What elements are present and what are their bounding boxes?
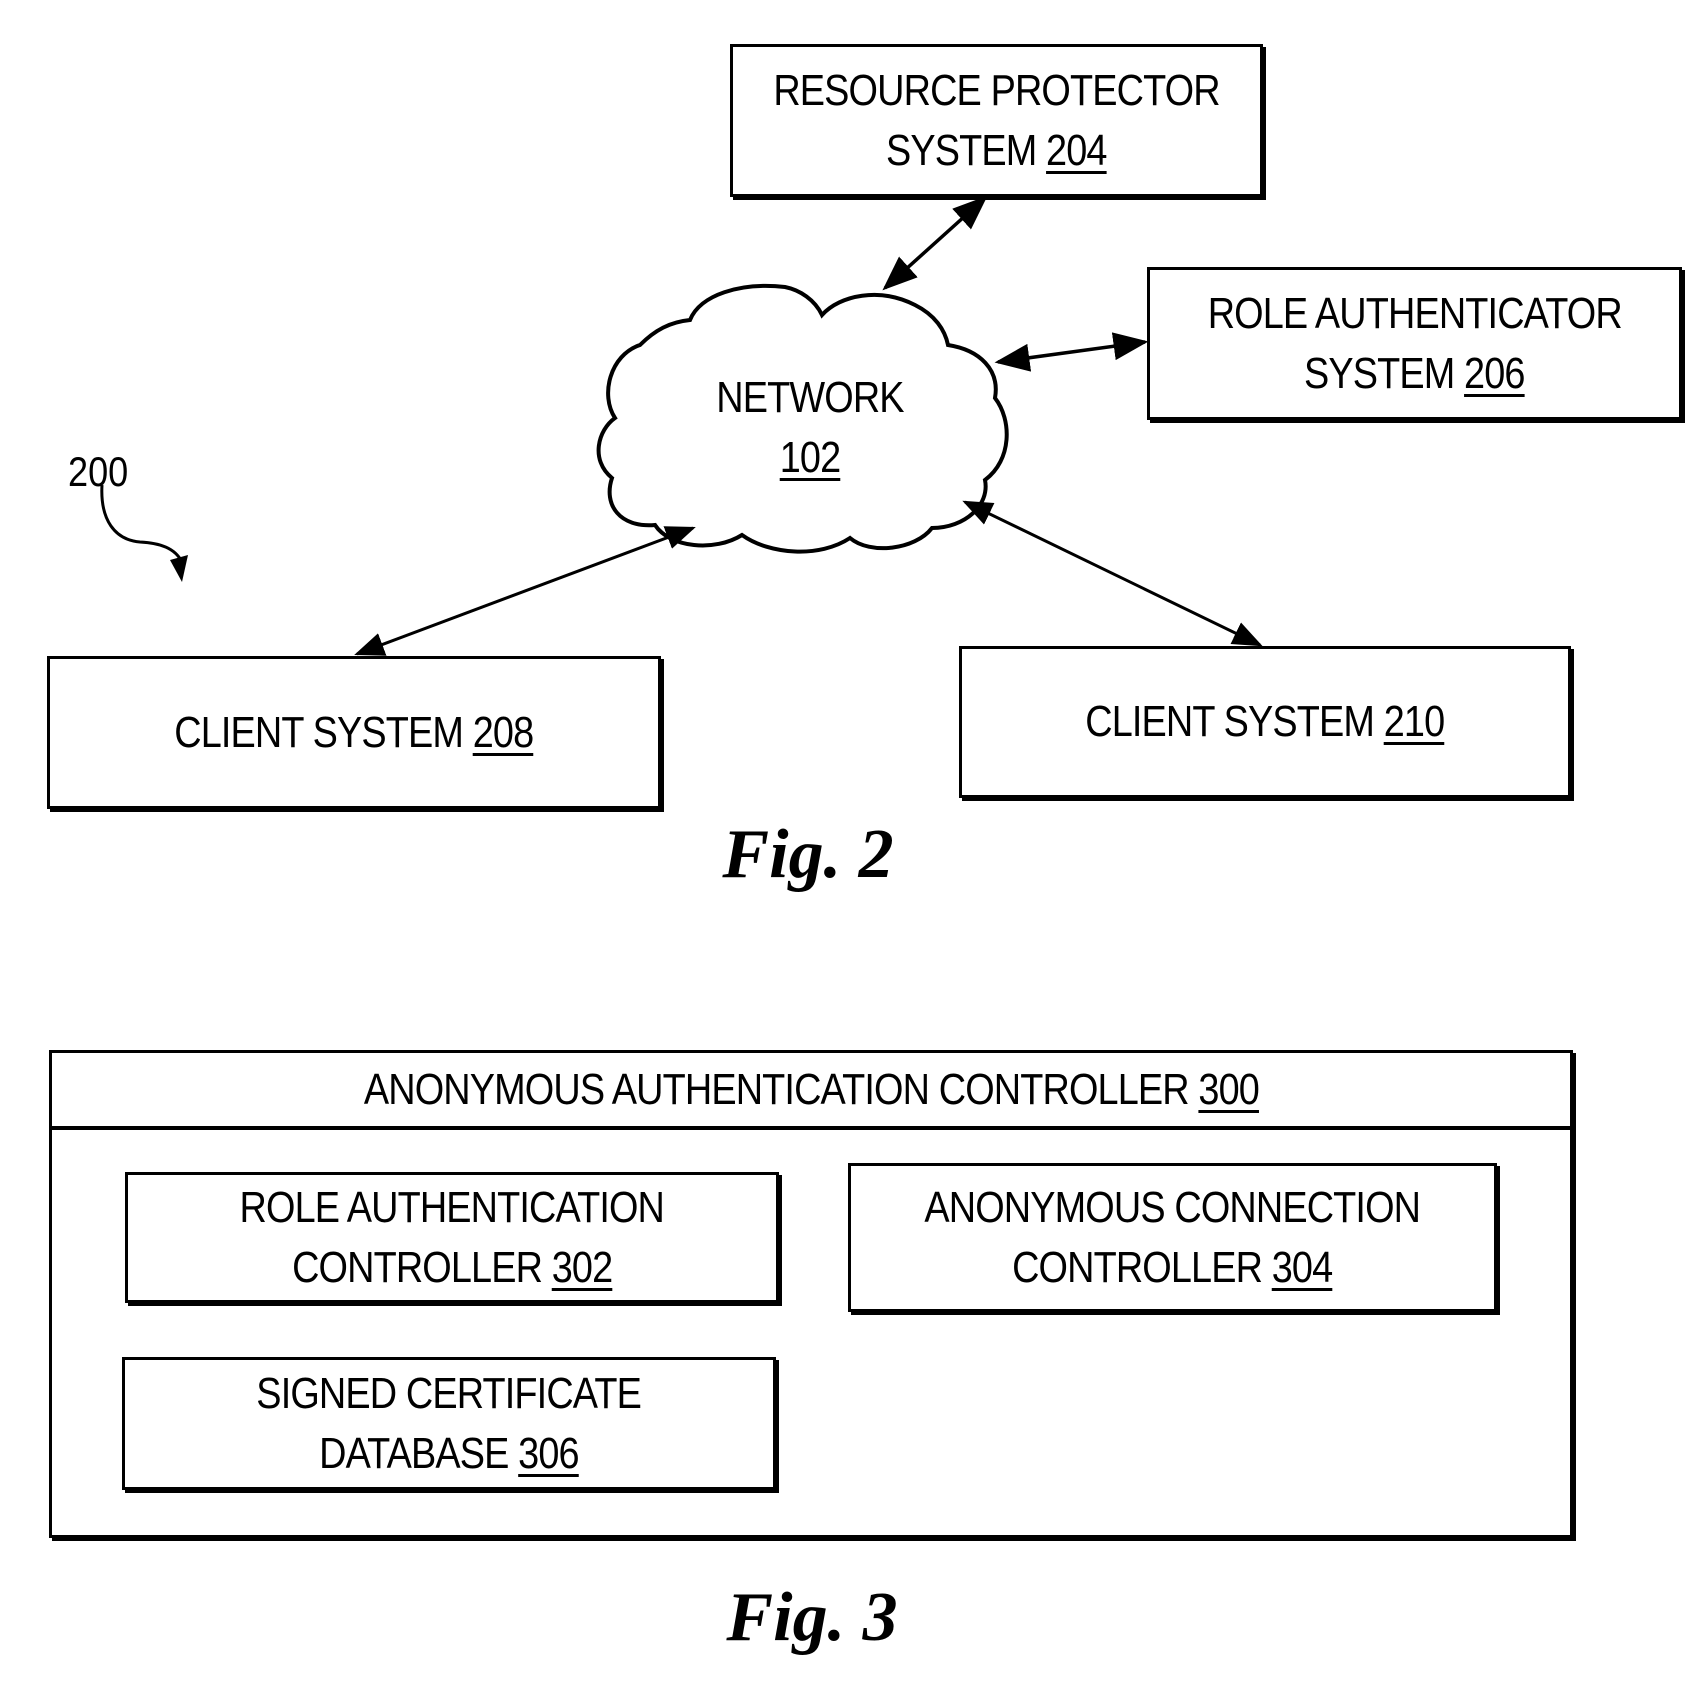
client-208-label: CLIENT SYSTEM — [174, 707, 464, 757]
anonymous-connection-controller-box: ANONYMOUS CONNECTION CONTROLLER 304 — [848, 1163, 1497, 1312]
role-auth-controller-line2: CONTROLLER — [291, 1242, 543, 1292]
role-auth-controller-line1: ROLE AUTHENTICATION — [239, 1182, 665, 1232]
network-label: NETWORK — [716, 373, 904, 422]
arrow-network-client-210 — [962, 500, 1263, 647]
arrow-network-role-authenticator — [994, 332, 1149, 372]
arrow-network-client-208 — [354, 526, 696, 656]
anon-conn-controller-line1: ANONYMOUS CONNECTION — [924, 1182, 1422, 1232]
role-authentication-controller-box: ROLE AUTHENTICATION CONTROLLER 302 — [125, 1172, 779, 1303]
role-authenticator-ref: 206 — [1464, 348, 1525, 398]
signed-cert-db-line2: DATABASE — [319, 1428, 509, 1478]
role-auth-controller-ref: 302 — [551, 1242, 613, 1292]
client-system-208-box: CLIENT SYSTEM 208 — [47, 656, 661, 809]
resource-protector-line1: RESOURCE PROTECTOR — [773, 65, 1220, 115]
client-208-ref: 208 — [472, 707, 534, 757]
network-ref: 102 — [779, 433, 841, 482]
resource-protector-ref: 204 — [1046, 125, 1107, 175]
signed-cert-db-line1: SIGNED CERTIFICATE — [256, 1368, 643, 1418]
resource-protector-line2: SYSTEM — [886, 125, 1037, 175]
role-authenticator-line2: SYSTEM — [1304, 348, 1455, 398]
ref-200-arrowhead — [170, 555, 188, 582]
client-system-210-box: CLIENT SYSTEM 210 — [959, 646, 1571, 798]
client-210-label: CLIENT SYSTEM — [1085, 697, 1375, 746]
figure-ref-200: 200 — [68, 448, 129, 495]
anon-conn-controller-ref: 304 — [1272, 1242, 1333, 1292]
container-header: ANONYMOUS AUTHENTICATION CONTROLLER 300 — [52, 1053, 1570, 1130]
signed-certificate-database-box: SIGNED CERTIFICATE DATABASE 306 — [122, 1357, 776, 1490]
arrow-network-resource-protector — [882, 195, 988, 291]
container-ref: 300 — [1197, 1064, 1259, 1114]
figure-2-caption: Fig. 2 — [722, 816, 894, 893]
client-210-ref: 210 — [1383, 697, 1445, 746]
figure-3-caption: Fig. 3 — [726, 1579, 898, 1656]
resource-protector-system-box: RESOURCE PROTECTOR SYSTEM 204 — [730, 44, 1263, 197]
container-title: ANONYMOUS AUTHENTICATION CONTROLLER — [363, 1064, 1189, 1114]
network-node: NETWORK 102 — [701, 368, 919, 488]
role-authenticator-line1: ROLE AUTHENTICATOR — [1207, 288, 1622, 338]
signed-cert-db-ref: 306 — [518, 1428, 579, 1478]
role-authenticator-system-box: ROLE AUTHENTICATOR SYSTEM 206 — [1147, 267, 1682, 420]
anon-conn-controller-line2: CONTROLLER — [1012, 1242, 1263, 1292]
ref-200-leader — [100, 484, 184, 563]
